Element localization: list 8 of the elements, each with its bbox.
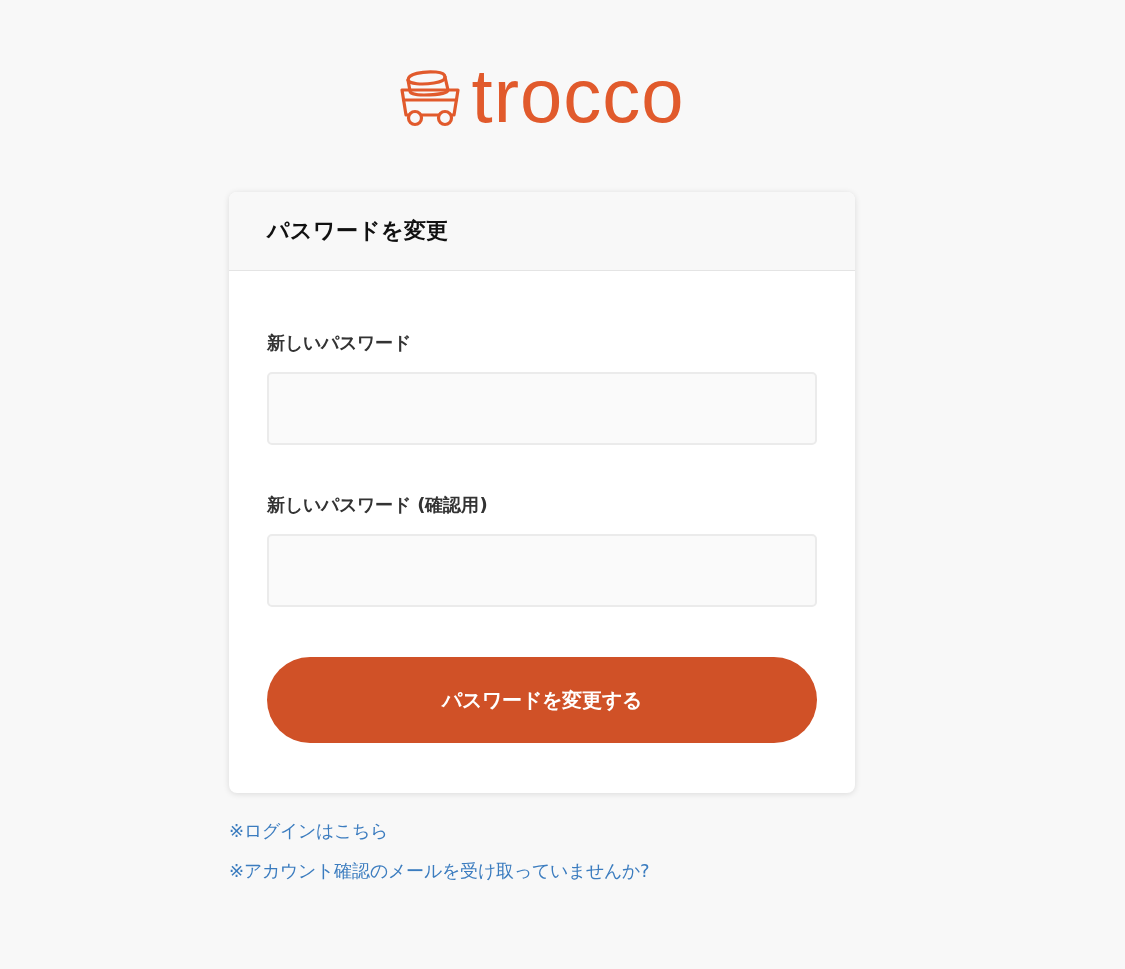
field-label: 新しいパスワード <box>267 331 412 355</box>
text-link[interactable]: ※アカウント確認のメールを受け取っていませんか? <box>229 859 650 883</box>
text-link[interactable]: ※ログインはこちら <box>229 819 389 843</box>
card-title: パスワードを変更 <box>267 217 448 245</box>
logo-wordmark: trocco <box>471 65 685 133</box>
field-label: 新しいパスワード (確認用) <box>267 493 489 517</box>
submit-button[interactable]: パスワードを変更する <box>267 657 817 743</box>
cart-logo-icon <box>399 70 460 128</box>
